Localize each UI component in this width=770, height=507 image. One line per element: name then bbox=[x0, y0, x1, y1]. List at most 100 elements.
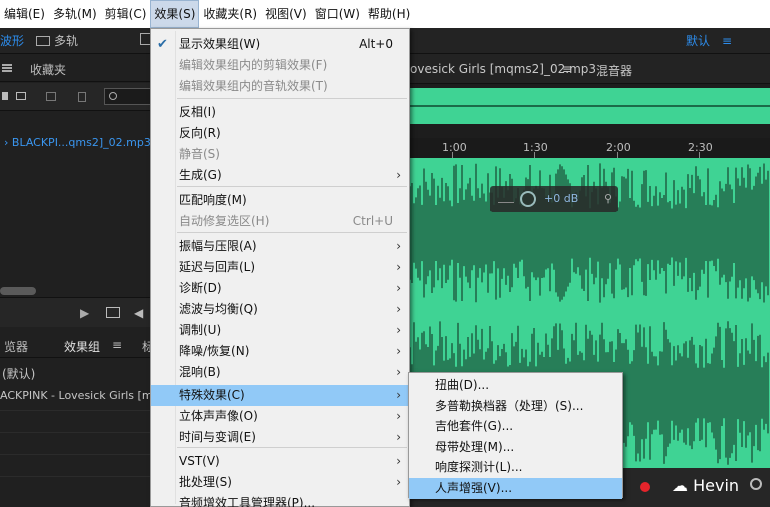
menu-favorites[interactable]: 收藏夹(R) bbox=[199, 0, 261, 28]
special-effects-submenu: 扭曲(D)... 多普勒换档器（处理）(S)... 吉他套件(G)... 母带处理(M… bbox=[408, 372, 623, 499]
submenu-arrow-icon: › bbox=[396, 302, 401, 316]
horizontal-scrollbar[interactable] bbox=[0, 287, 36, 295]
delete-icon[interactable] bbox=[78, 92, 86, 102]
submenu-item-label: 母带处理(M)... bbox=[435, 439, 515, 454]
favorites-title: 收藏夹 bbox=[30, 63, 67, 77]
special-effects-item[interactable]: 母带处理(M)... bbox=[409, 437, 622, 458]
panel-menu-icon[interactable] bbox=[2, 64, 12, 72]
menu-multitrack[interactable]: 多轨(M) bbox=[49, 0, 101, 28]
submenu-arrow-icon: › bbox=[396, 260, 401, 274]
volume-icon[interactable]: ◀ bbox=[134, 306, 143, 320]
effects-menu-item[interactable]: VST(V) › bbox=[151, 451, 409, 472]
effects-menu-item[interactable]: 编辑效果组内的剪辑效果(F) bbox=[151, 55, 409, 76]
loop-icon[interactable] bbox=[106, 307, 120, 318]
submenu-arrow-icon: › bbox=[396, 430, 401, 444]
menu-item-label: 静音(S) bbox=[179, 147, 220, 161]
effects-menu-item[interactable]: ✔ 显示效果组(W) Alt+0 bbox=[151, 34, 409, 55]
special-effects-item[interactable]: 人声增强(V)... bbox=[409, 477, 622, 499]
rack-slot[interactable] bbox=[0, 432, 160, 452]
effects-menu-item[interactable]: 立体声声像(O) › bbox=[151, 406, 409, 427]
menu-help[interactable]: 帮助(H) bbox=[364, 0, 414, 28]
menu-item-label: 延迟与回声(L) bbox=[179, 260, 256, 274]
menu-separator bbox=[177, 98, 407, 99]
effects-menu-item[interactable]: 延迟与回声(L) › bbox=[151, 257, 409, 278]
menu-item-label: 调制(U) bbox=[179, 323, 222, 337]
special-effects-item[interactable]: 吉他套件(G)... bbox=[409, 416, 622, 437]
gain-knob-icon[interactable] bbox=[520, 191, 536, 207]
effects-menu-item[interactable]: 自动修复选区(H) Ctrl+U bbox=[151, 211, 409, 232]
tab-menu-icon[interactable]: ≡ bbox=[562, 62, 572, 76]
rack-slot[interactable] bbox=[0, 454, 160, 474]
menu-view[interactable]: 视图(V) bbox=[261, 0, 311, 28]
menu-window[interactable]: 窗口(W) bbox=[311, 0, 364, 28]
menu-item-label: 匹配响度(M) bbox=[179, 193, 247, 207]
menu-item-label: 诊断(D) bbox=[179, 281, 222, 295]
file-list-item[interactable]: › BLACKPI...qms2]_02.mp3 bbox=[0, 134, 160, 152]
effects-menu-item[interactable]: 生成(G) › bbox=[151, 165, 409, 186]
zoom-icon[interactable] bbox=[750, 478, 762, 490]
effects-menu-item[interactable]: 反向(R) bbox=[151, 123, 409, 144]
expand-arrow-icon[interactable]: › bbox=[4, 136, 8, 149]
menu-separator bbox=[177, 447, 407, 448]
special-effects-item[interactable]: 扭曲(D)... bbox=[409, 375, 622, 396]
effects-menu-item[interactable]: 滤波与均衡(Q) › bbox=[151, 299, 409, 320]
multitrack-view-button[interactable]: 多轨 bbox=[36, 31, 78, 51]
menu-item-label: 特殊效果(C) bbox=[179, 388, 245, 402]
effects-menu-item[interactable]: 音频增效工具管理器(P)... bbox=[151, 493, 409, 507]
effects-menu-item[interactable]: 振幅与压限(A) › bbox=[151, 236, 409, 257]
overview-waveform[interactable] bbox=[410, 88, 770, 124]
rack-slot[interactable] bbox=[0, 476, 160, 496]
panel-tabs: 览器 效果组 ≡ 标 bbox=[0, 334, 160, 358]
time-ruler[interactable]: 1:00 1:30 2:00 2:30 bbox=[410, 138, 770, 158]
effects-menu-item[interactable]: 时间与变调(E) › bbox=[151, 427, 409, 448]
checkmark-icon: ✔ bbox=[157, 37, 168, 52]
effects-menu-item[interactable]: 匹配响度(M) bbox=[151, 190, 409, 211]
files-toolbar bbox=[0, 83, 160, 111]
import-icon[interactable] bbox=[46, 92, 56, 101]
tab-menu-icon[interactable]: ≡ bbox=[112, 338, 122, 352]
ruler-label: 1:00 bbox=[442, 141, 467, 154]
menu-effects[interactable]: 效果(S) bbox=[150, 0, 200, 28]
effects-menu-item[interactable]: 诊断(D) › bbox=[151, 278, 409, 299]
menu-item-shortcut: Ctrl+U bbox=[352, 214, 393, 228]
menu-item-label: 批处理(S) bbox=[179, 475, 232, 489]
submenu-item-label: 人声增强(V)... bbox=[435, 480, 513, 495]
menu-item-label: 混响(B) bbox=[179, 365, 221, 379]
waveform-view-button[interactable]: 波形 bbox=[0, 31, 24, 51]
tab-browser[interactable]: 览器 bbox=[4, 338, 28, 355]
workspace-menu-icon[interactable]: ≡ bbox=[722, 31, 732, 51]
effects-menu-item[interactable]: 反相(I) bbox=[151, 102, 409, 123]
menu-item-label: 振幅与压限(A) bbox=[179, 239, 257, 253]
gain-hud[interactable]: +0 dB ⚲ bbox=[490, 186, 618, 212]
menu-item-label: 自动修复选区(H) bbox=[179, 214, 270, 228]
effects-menu-item[interactable]: 静音(S) bbox=[151, 144, 409, 165]
menu-clip[interactable]: 剪辑(C) bbox=[101, 0, 151, 28]
menu-edit[interactable]: 编辑(E) bbox=[0, 0, 49, 28]
effects-menu-item[interactable]: 批处理(S) › bbox=[151, 472, 409, 493]
menu-item-label: 立体声声像(O) bbox=[179, 409, 258, 423]
effects-menu-item[interactable]: 特殊效果(C) › bbox=[151, 385, 409, 406]
tab-mixer[interactable]: 混音器 bbox=[596, 62, 632, 79]
tab-effects-rack[interactable]: 效果组 bbox=[64, 338, 100, 355]
multitrack-label: 多轨 bbox=[54, 34, 79, 48]
new-file-icon[interactable] bbox=[2, 92, 8, 100]
effects-menu-item[interactable]: 调制(U) › bbox=[151, 320, 409, 341]
pin-icon[interactable]: ⚲ bbox=[604, 186, 612, 212]
search-icon bbox=[109, 92, 117, 100]
ruler-label: 2:00 bbox=[606, 141, 631, 154]
level-meter-icon bbox=[498, 195, 514, 203]
preset-select[interactable]: (默认) bbox=[0, 364, 160, 384]
effects-menu-item[interactable]: 降噪/恢复(N) › bbox=[151, 341, 409, 362]
workspace-default[interactable]: 默认 bbox=[686, 31, 710, 51]
special-effects-item[interactable]: 多普勒换档器（处理）(S)... bbox=[409, 396, 622, 417]
effects-menu-item[interactable]: 编辑效果组内的音轨效果(T) bbox=[151, 76, 409, 97]
record-button[interactable] bbox=[640, 482, 650, 492]
play-icon[interactable]: ▶ bbox=[80, 306, 89, 320]
submenu-arrow-icon: › bbox=[396, 454, 401, 468]
rack-slot[interactable] bbox=[0, 410, 160, 430]
menu-separator bbox=[177, 186, 407, 187]
special-effects-item[interactable]: 响度探测计(L)... bbox=[409, 457, 622, 478]
effects-menu-item[interactable]: 混响(B) › bbox=[151, 362, 409, 383]
open-file-icon[interactable] bbox=[16, 92, 26, 100]
menu-separator bbox=[177, 232, 407, 233]
